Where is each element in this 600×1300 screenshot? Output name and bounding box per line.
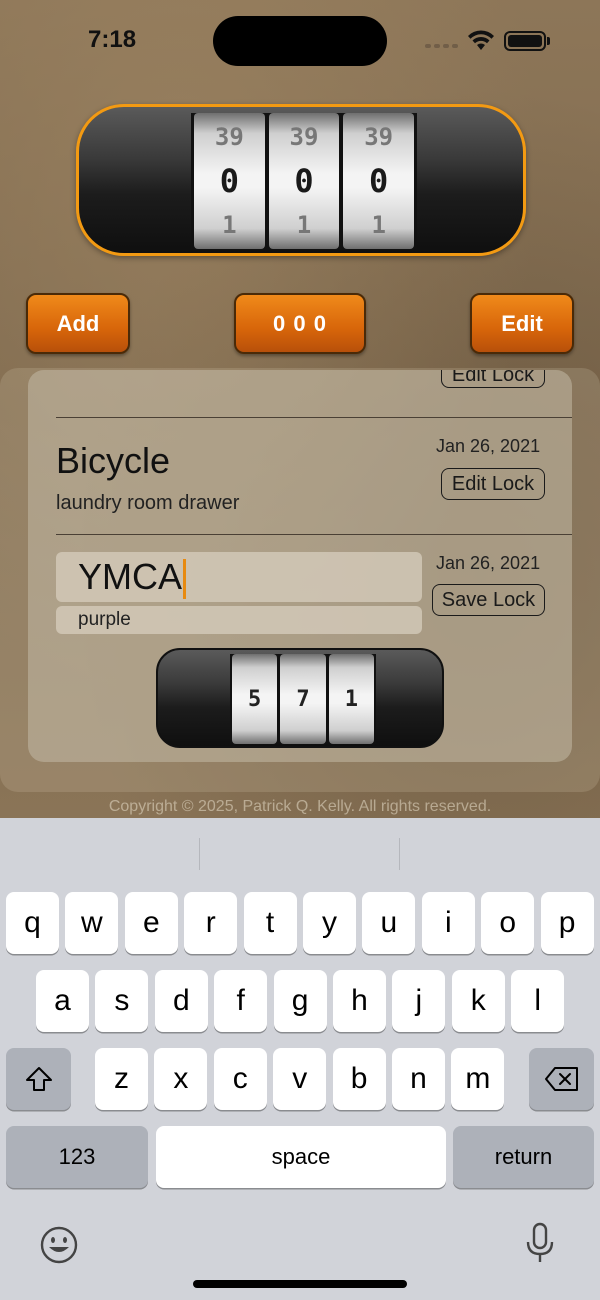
emoji-icon[interactable] (39, 1225, 79, 1265)
prediction-separator (199, 838, 200, 870)
key-a[interactable]: a (36, 970, 89, 1032)
main-combination-lock: 39 0 1 39 0 1 39 0 1 (76, 104, 526, 256)
key-o[interactable]: o (481, 892, 535, 954)
dynamic-island (213, 16, 387, 66)
text-cursor (183, 559, 187, 600)
shift-icon (25, 1067, 52, 1091)
lock-date: Jan 26, 2021 (436, 436, 541, 456)
shift-key[interactable] (6, 1048, 71, 1110)
lock-title-field[interactable]: YMCA (56, 552, 422, 602)
wheel-prev-digit: 39 (364, 123, 394, 151)
lock-location: laundry room drawer (56, 492, 240, 514)
return-key[interactable]: return (453, 1126, 594, 1188)
space-key[interactable]: space (156, 1126, 446, 1188)
delete-key[interactable] (529, 1048, 594, 1110)
key-h[interactable]: h (333, 970, 386, 1032)
edit-lock-wheel-1[interactable]: 5 (232, 654, 278, 744)
wheel-current-digit: 1 (344, 686, 358, 712)
copyright-text: Copyright © 2025, Patrick Q. Kelly. All … (108, 798, 492, 815)
wheel-prev-digit: 39 (289, 123, 319, 151)
prediction-separator (399, 838, 400, 870)
lock-wheel-1[interactable]: 39 0 1 (194, 113, 265, 249)
key-m[interactable]: m (451, 1048, 505, 1110)
key-p[interactable]: p (540, 892, 594, 954)
key-j[interactable]: j (392, 970, 446, 1032)
lock-location-value: purple (78, 609, 131, 630)
home-indicator (193, 1280, 407, 1288)
lock-location-field[interactable]: purple (56, 606, 422, 634)
status-time: 7:18 (88, 26, 137, 53)
lock-wheel-2[interactable]: 39 0 1 (268, 113, 340, 249)
key-v[interactable]: v (273, 1048, 327, 1110)
wheel-prev-digit: 39 (214, 123, 244, 151)
key-g[interactable]: g (273, 970, 327, 1032)
key-f[interactable]: f (214, 970, 268, 1032)
key-u[interactable]: u (362, 892, 416, 954)
key-w[interactable]: w (65, 892, 119, 954)
wheel-next-digit: 1 (296, 211, 312, 239)
edit-combination-lock: 5 7 1 (156, 648, 444, 748)
key-z[interactable]: z (95, 1048, 148, 1110)
wheel-current-digit: 5 (248, 686, 262, 712)
key-e[interactable]: e (124, 892, 178, 954)
key-t[interactable]: t (243, 892, 297, 954)
wifi-icon (468, 30, 494, 50)
key-b[interactable]: b (332, 1048, 386, 1110)
microphone-icon[interactable] (524, 1222, 556, 1264)
key-l[interactable]: l (511, 970, 565, 1032)
list-divider (56, 417, 572, 418)
cellular-signal-icon (425, 44, 458, 48)
key-x[interactable]: x (154, 1048, 208, 1110)
lock-wheels: 5 7 1 (230, 654, 376, 744)
key-n[interactable]: n (392, 1048, 445, 1110)
battery-icon (504, 31, 546, 51)
edit-lock-button[interactable]: Edit Lock (441, 370, 545, 388)
lock-title-value: YMCA (78, 556, 183, 597)
key-k[interactable]: k (451, 970, 505, 1032)
key-i[interactable]: i (421, 892, 475, 954)
key-d[interactable]: d (154, 970, 208, 1032)
list-divider (56, 534, 572, 535)
delete-icon (544, 1067, 578, 1091)
edit-lock-wheel-3[interactable]: 1 (328, 654, 374, 744)
key-y[interactable]: y (303, 892, 356, 954)
lock-date: Jan 26, 2021 (436, 553, 541, 573)
wheel-next-digit: 1 (371, 211, 386, 239)
wheel-current-digit: 0 (294, 162, 314, 200)
save-lock-button[interactable]: Save Lock (432, 584, 545, 616)
wheel-current-digit: 0 (219, 162, 239, 200)
lock-title: Bicycle (56, 440, 171, 481)
add-button[interactable]: Add (26, 293, 130, 354)
battery-tip (547, 37, 550, 45)
status-bar: 7:18 (0, 0, 600, 80)
key-s[interactable]: s (95, 970, 149, 1032)
wheel-current-digit: 0 (369, 162, 389, 200)
combination-display-button[interactable]: 0 0 0 (234, 293, 366, 354)
wheel-current-digit: 7 (296, 686, 310, 712)
lock-wheels: 39 0 1 39 0 1 39 0 1 (191, 113, 417, 249)
edit-lock-button[interactable]: Edit Lock (441, 468, 545, 500)
numbers-key[interactable]: 123 (6, 1126, 148, 1188)
edit-lock-wheel-2[interactable]: 7 (280, 654, 326, 744)
key-r[interactable]: r (184, 892, 238, 954)
wheel-next-digit: 1 (222, 211, 237, 239)
lock-wheel-3[interactable]: 39 0 1 (343, 113, 415, 249)
key-c[interactable]: c (213, 1048, 267, 1110)
edit-button[interactable]: Edit (470, 293, 574, 354)
key-q[interactable]: q (6, 892, 59, 954)
